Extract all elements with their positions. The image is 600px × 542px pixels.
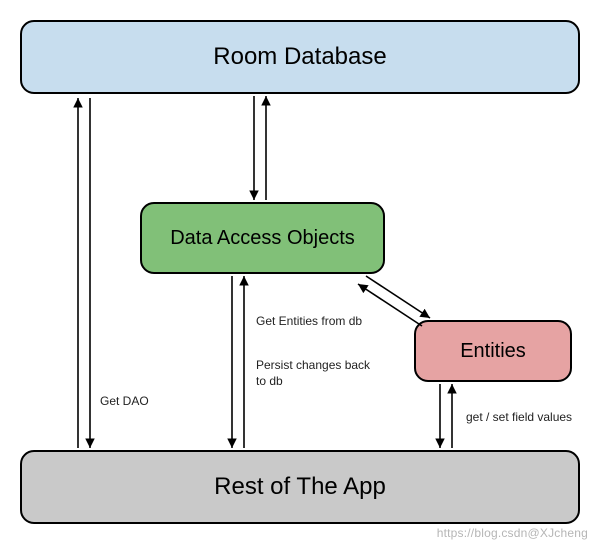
note-persist: Persist changes back to db xyxy=(256,358,376,389)
note-getset: get / set field values xyxy=(466,410,600,426)
connectors xyxy=(0,0,600,542)
arrow-dao-to-ent xyxy=(366,276,430,318)
note-get-dao: Get DAO xyxy=(100,394,149,410)
note-get-entities: Get Entities from db xyxy=(256,314,396,330)
watermark: https://blog.csdn@XJcheng xyxy=(437,526,588,540)
